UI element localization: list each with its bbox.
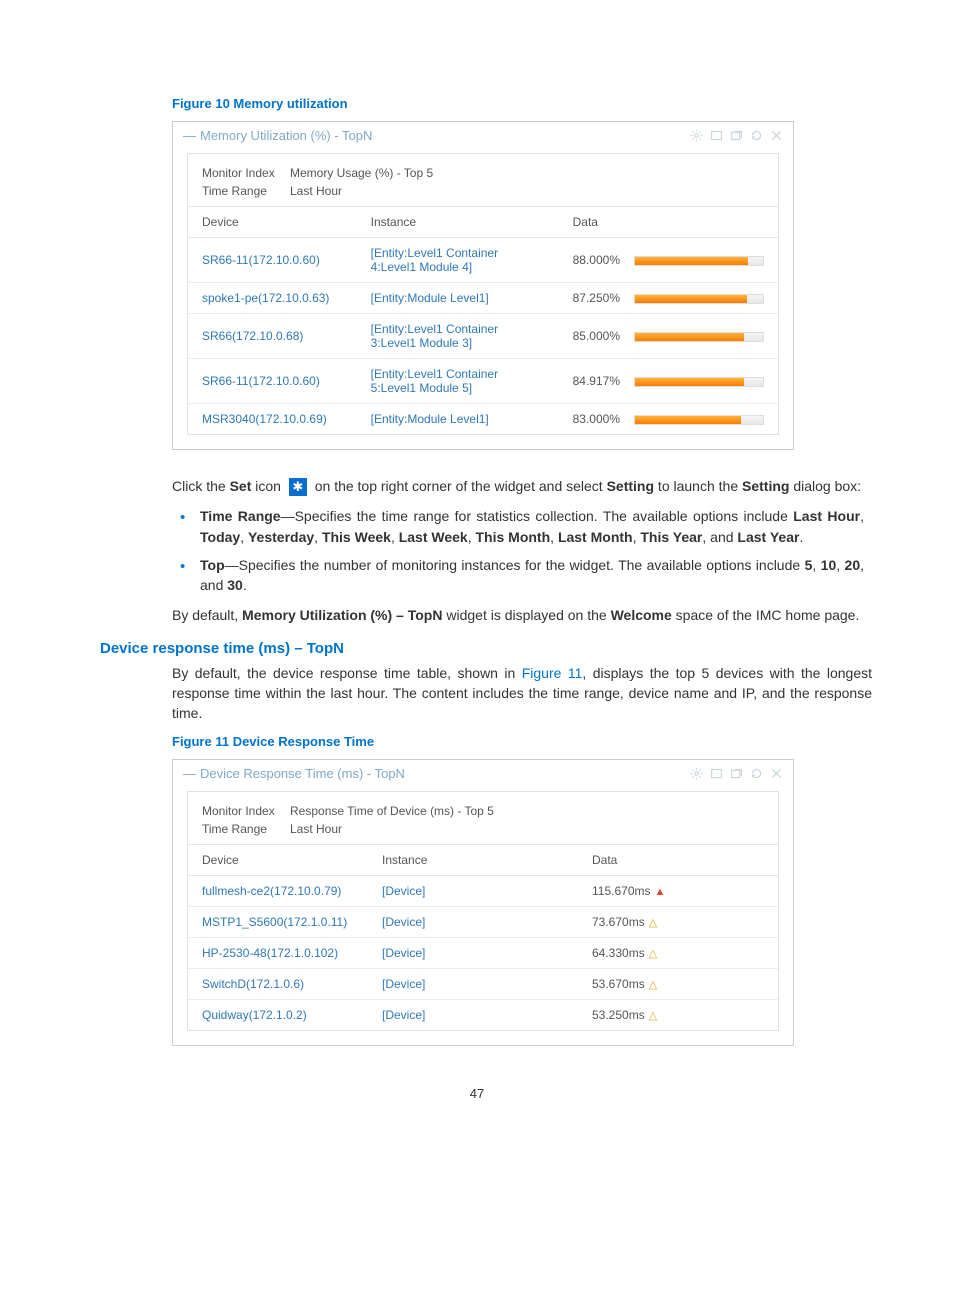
widget-title: Memory Utilization (%) - TopN (200, 128, 689, 143)
instance-link[interactable]: [Entity:Level1 Container 5:Level1 Module… (371, 367, 498, 395)
col-device: Device (188, 207, 357, 238)
instance-link[interactable]: [Device] (382, 977, 425, 991)
trend-up-icon: ▲ (654, 886, 665, 898)
device-link[interactable]: Quidway(172.1.0.2) (202, 1008, 307, 1022)
data-value: 53.250ms (592, 1008, 645, 1022)
instance-link[interactable]: [Entity:Level1 Container 3:Level1 Module… (371, 322, 498, 350)
window-icon[interactable] (709, 129, 723, 143)
device-link[interactable]: MSR3040(172.10.0.69) (202, 412, 327, 426)
memory-table: Device Instance Data SR66-11(172.10.0.60… (188, 206, 778, 434)
widget-meta: Monitor IndexResponse Time of Device (ms… (188, 792, 778, 844)
table-row: SR66-11(172.10.0.60) [Entity:Level1 Conta… (188, 238, 778, 283)
data-value: 73.670ms (592, 915, 645, 929)
instance-link[interactable]: [Device] (382, 1008, 425, 1022)
col-instance: Instance (357, 207, 559, 238)
data-value: 85.000% (573, 329, 620, 343)
usage-bar (634, 332, 764, 342)
refresh-icon[interactable] (749, 129, 763, 143)
device-link[interactable]: MSTP1_S5600(172.1.0.11) (202, 915, 347, 929)
bullet-top: Top—Specifies the number of monitoring i… (198, 555, 864, 596)
usage-bar (634, 415, 764, 425)
table-row: spoke1-pe(172.10.0.63) [Entity:Module Lev… (188, 283, 778, 314)
data-value: 84.917% (573, 374, 620, 388)
section2-intro: By default, the device response time tab… (172, 663, 872, 724)
trend-same-icon: △ (649, 979, 657, 991)
data-value: 88.000% (573, 253, 620, 267)
launch-icon[interactable] (729, 129, 743, 143)
table-row: Quidway(172.1.0.2) [Device] 53.250ms △ (188, 999, 778, 1030)
launch-icon[interactable] (729, 766, 743, 780)
data-value: 64.330ms (592, 946, 645, 960)
device-link[interactable]: HP-2530-48(172.1.0.102) (202, 946, 338, 960)
response-table: Device Instance Data fullmesh-ce2(172.10… (188, 844, 778, 1030)
trend-same-icon: △ (649, 917, 657, 929)
gear-icon[interactable] (689, 766, 703, 780)
collapse-icon[interactable]: — (183, 128, 196, 143)
section-device-response-time: Device response time (ms) – TopN (100, 640, 864, 657)
table-row: HP-2530-48(172.1.0.102) [Device] 64.330ms △ (188, 937, 778, 968)
device-link[interactable]: fullmesh-ce2(172.10.0.79) (202, 884, 341, 898)
close-icon[interactable] (769, 766, 783, 780)
col-data: Data (559, 207, 778, 238)
trend-same-icon: △ (649, 1010, 657, 1022)
default-paragraph: By default, Memory Utilization (%) – Top… (172, 605, 872, 625)
device-link[interactable]: spoke1-pe(172.10.0.63) (202, 291, 329, 305)
instance-link[interactable]: [Device] (382, 946, 425, 960)
data-value: 115.670ms (592, 884, 650, 898)
device-link[interactable]: SR66-11(172.10.0.60) (202, 374, 320, 388)
widget-title: Device Response Time (ms) - TopN (200, 766, 689, 781)
close-icon[interactable] (769, 129, 783, 143)
table-row: MSTP1_S5600(172.1.0.11) [Device] 73.670ms △ (188, 906, 778, 937)
col-instance: Instance (368, 844, 578, 875)
collapse-icon[interactable]: — (183, 766, 196, 781)
table-row: fullmesh-ce2(172.10.0.79) [Device] 115.670… (188, 875, 778, 906)
figure11-xref[interactable]: Figure 11 (522, 665, 583, 681)
device-response-widget: — Device Response Time (ms) - TopN Monit… (172, 759, 794, 1046)
instance-link[interactable]: [Entity:Level1 Container 4:Level1 Module… (371, 246, 498, 274)
widget-meta: Monitor IndexMemory Usage (%) - Top 5 Ti… (188, 154, 778, 206)
instance-link[interactable]: [Entity:Module Level1] (371, 412, 489, 426)
table-row: SR66-11(172.10.0.60) [Entity:Level1 Conta… (188, 359, 778, 404)
figure10-caption: Figure 10 Memory utilization (172, 96, 864, 111)
table-row: MSR3040(172.10.0.69) [Entity:Module Level… (188, 404, 778, 435)
window-icon[interactable] (709, 766, 723, 780)
gear-icon: ✱ (289, 478, 307, 496)
device-link[interactable]: SR66-11(172.10.0.60) (202, 253, 320, 267)
table-row: SwitchD(172.1.0.6) [Device] 53.670ms △ (188, 968, 778, 999)
gear-icon[interactable] (689, 129, 703, 143)
memory-utilization-widget: — Memory Utilization (%) - TopN Monitor … (172, 121, 794, 450)
bullet-time-range: Time Range—Specifies the time range for … (198, 506, 864, 547)
page-number: 47 (90, 1086, 864, 1101)
usage-bar (634, 294, 764, 304)
set-icon-paragraph: Click the Set icon ✱ on the top right co… (172, 476, 872, 496)
device-link[interactable]: SR66(172.10.0.68) (202, 329, 303, 343)
figure11-caption: Figure 11 Device Response Time (172, 734, 864, 749)
usage-bar (634, 377, 764, 387)
trend-same-icon: △ (649, 948, 657, 960)
data-value: 87.250% (573, 291, 620, 305)
data-value: 53.670ms (592, 977, 645, 991)
instance-link[interactable]: [Device] (382, 915, 425, 929)
data-value: 83.000% (573, 412, 620, 426)
usage-bar (634, 256, 764, 266)
table-row: SR66(172.10.0.68) [Entity:Level1 Containe… (188, 314, 778, 359)
refresh-icon[interactable] (749, 766, 763, 780)
col-data: Data (578, 844, 778, 875)
instance-link[interactable]: [Device] (382, 884, 425, 898)
device-link[interactable]: SwitchD(172.1.0.6) (202, 977, 304, 991)
instance-link[interactable]: [Entity:Module Level1] (371, 291, 489, 305)
col-device: Device (188, 844, 368, 875)
